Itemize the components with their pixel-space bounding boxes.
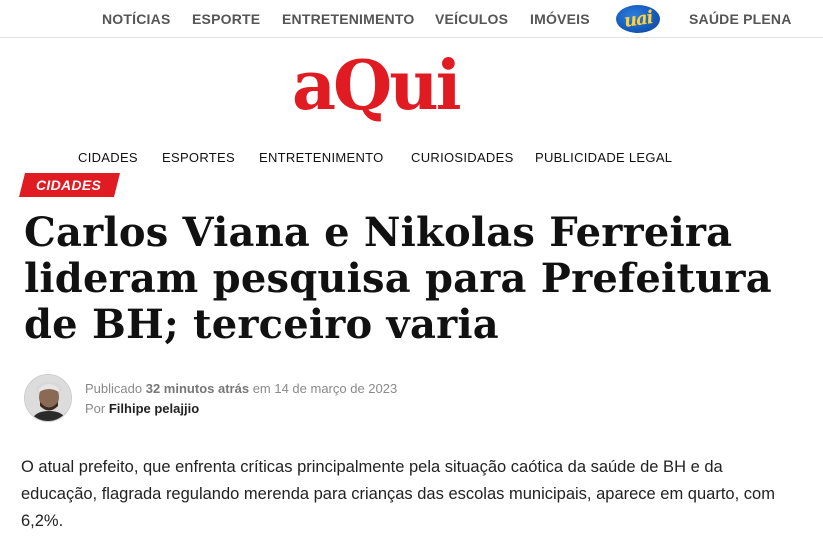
article-headline: Carlos Viana e Nikolas Ferreira lideram … [24,209,772,348]
section-nav-entretenimento[interactable]: ENTRETENIMENTO [259,150,384,165]
author-avatar[interactable] [24,374,72,422]
portal-nav-noticias[interactable]: NOTÍCIAS [102,11,171,27]
portal-nav-esporte[interactable]: ESPORTE [192,11,260,27]
portal-nav-imoveis[interactable]: IMÓVEIS [530,11,590,27]
top-bar: NOTÍCIAS ESPORTE ENTRETENIMENTO VEÍCULOS… [0,0,823,38]
section-nav-cidades[interactable]: CIDADES [78,150,138,165]
article-body-paragraph: O atual prefeito, que enfrenta críticas … [21,458,775,530]
publish-prefix: Publicado [85,381,143,396]
author-link[interactable]: Filhipe pelajjio [109,401,199,416]
publish-date: em 14 de março de 2023 [252,381,398,396]
section-nav-esportes[interactable]: ESPORTES [162,150,235,165]
section-nav-curiosidades[interactable]: CURIOSIDADES [411,150,514,165]
portal-nav-saude-plena[interactable]: SAÚDE PLENA [689,11,792,27]
byline-label: Por [85,401,106,416]
portal-nav-veiculos[interactable]: VEÍCULOS [435,11,508,27]
category-tag[interactable]: CIDADES [36,177,101,193]
avatar-image [25,375,71,421]
byline: Por Filhipe pelajjio [85,401,199,416]
publish-relative-time: 32 minutos atrás [145,381,250,396]
section-nav-publicidade-legal[interactable]: PUBLICIDADE LEGAL [535,150,672,165]
publish-info: Publicado 32 minutos atrás em 14 de març… [85,381,397,396]
uai-logo[interactable]: uai [616,5,660,33]
site-logo[interactable]: aQui [292,52,462,120]
portal-nav-entretenimento[interactable]: ENTRETENIMENTO [282,11,414,27]
uai-logo-text: uai [622,6,654,32]
